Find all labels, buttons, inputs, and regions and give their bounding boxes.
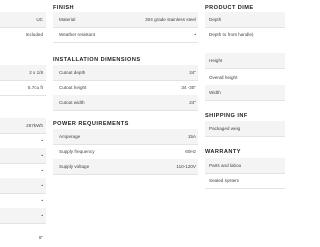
spec-label: Amperage [59,134,81,139]
spec-row: 267kWh [0,118,46,134]
section-title-finish: FINISH [53,5,75,11]
spec-row: • [0,178,46,194]
spec-label: Parts and labou [209,163,242,168]
spec-row: Sealed system [205,173,285,189]
spec-value: • [41,138,43,143]
spec-value: 2 x 1/8 [29,70,43,75]
spec-value: 60Hz [185,149,196,154]
spec-label: Packaged weig [209,126,241,131]
spec-row [0,95,46,110]
spec-value: 267kWh [26,123,43,128]
spec-row: Amperage 15A [53,129,198,145]
spec-value: 34 -35" [181,85,196,90]
spec-row: Included [0,27,46,43]
spec-row: Packaged weig [205,121,285,137]
spec-row: Cutout depth 24" [53,65,198,81]
section-title-product-dimensions: PRODUCT DIME [205,5,254,11]
spec-label: Depth [209,17,222,22]
spec-row [0,42,46,56]
spec-row: Material 304 grade stainless steel [53,12,198,28]
spec-value: 110-120V [176,164,196,169]
spec-label: Width [209,90,221,95]
spec-row: 6" [0,223,46,240]
section-title-power: POWER REQUIREMENTS [53,121,129,127]
spec-label: Supply frequency [59,149,95,154]
spec-label: Overall height [209,75,238,80]
spec-value: • [41,168,43,173]
spec-label: Depth to front handle) [209,32,254,37]
spec-row: • [0,163,46,179]
spec-value: 304 grade stainless steel [145,17,196,22]
spec-row: Depth [205,12,285,28]
spec-label: Cutout width [59,100,85,105]
spec-label: Height [209,58,223,63]
spec-row: Overall height [205,70,285,86]
spec-row: Depth to front handle) [205,27,285,54]
spec-label: Cutout height [59,85,87,90]
spec-row: Supply voltage 110-120V [53,159,198,175]
spec-label: Sealed system [209,178,240,183]
spec-row: • [0,208,46,224]
spec-row: 5.7cu ft [0,80,46,96]
spec-row: Weather resistant • [53,27,198,43]
spec-value: • [41,198,43,203]
spec-label: Material [59,17,76,22]
spec-row: • [0,148,46,164]
spec-row: Cutout width 24" [53,95,198,111]
spec-row: 2 x 1/8 [0,65,46,81]
spec-label: Weather resistant [59,32,95,37]
spec-value: UC [36,17,43,22]
section-title-shipping: SHIPPING INF [205,113,248,119]
spec-row: Width [205,85,285,101]
spec-value: 24" [189,70,196,75]
spec-row: • [0,133,46,149]
spec-row: • [0,193,46,209]
spec-row: Parts and labou [205,158,285,174]
spec-value: • [41,213,43,218]
spec-row: Supply frequency 60Hz [53,144,198,160]
spec-value: • [194,32,196,37]
spec-label: Supply voltage [59,164,90,169]
spec-row: UC [0,12,46,28]
spec-value: 5.7cu ft [27,85,43,90]
spec-label: Cutout depth [59,70,86,75]
spec-value: Included [25,32,43,37]
spec-row: Cutout height 34 -35" [53,80,198,96]
spec-row: Height [205,53,285,69]
section-title-installation: INSTALLATION DIMENSIONS [53,57,141,63]
spec-value: 15A [187,134,196,139]
spec-value: • [41,153,43,158]
spec-value: 24" [189,100,196,105]
spec-value: 6" [38,235,43,240]
spec-value: • [41,183,43,188]
section-title-warranty: WARRANTY [205,149,241,155]
